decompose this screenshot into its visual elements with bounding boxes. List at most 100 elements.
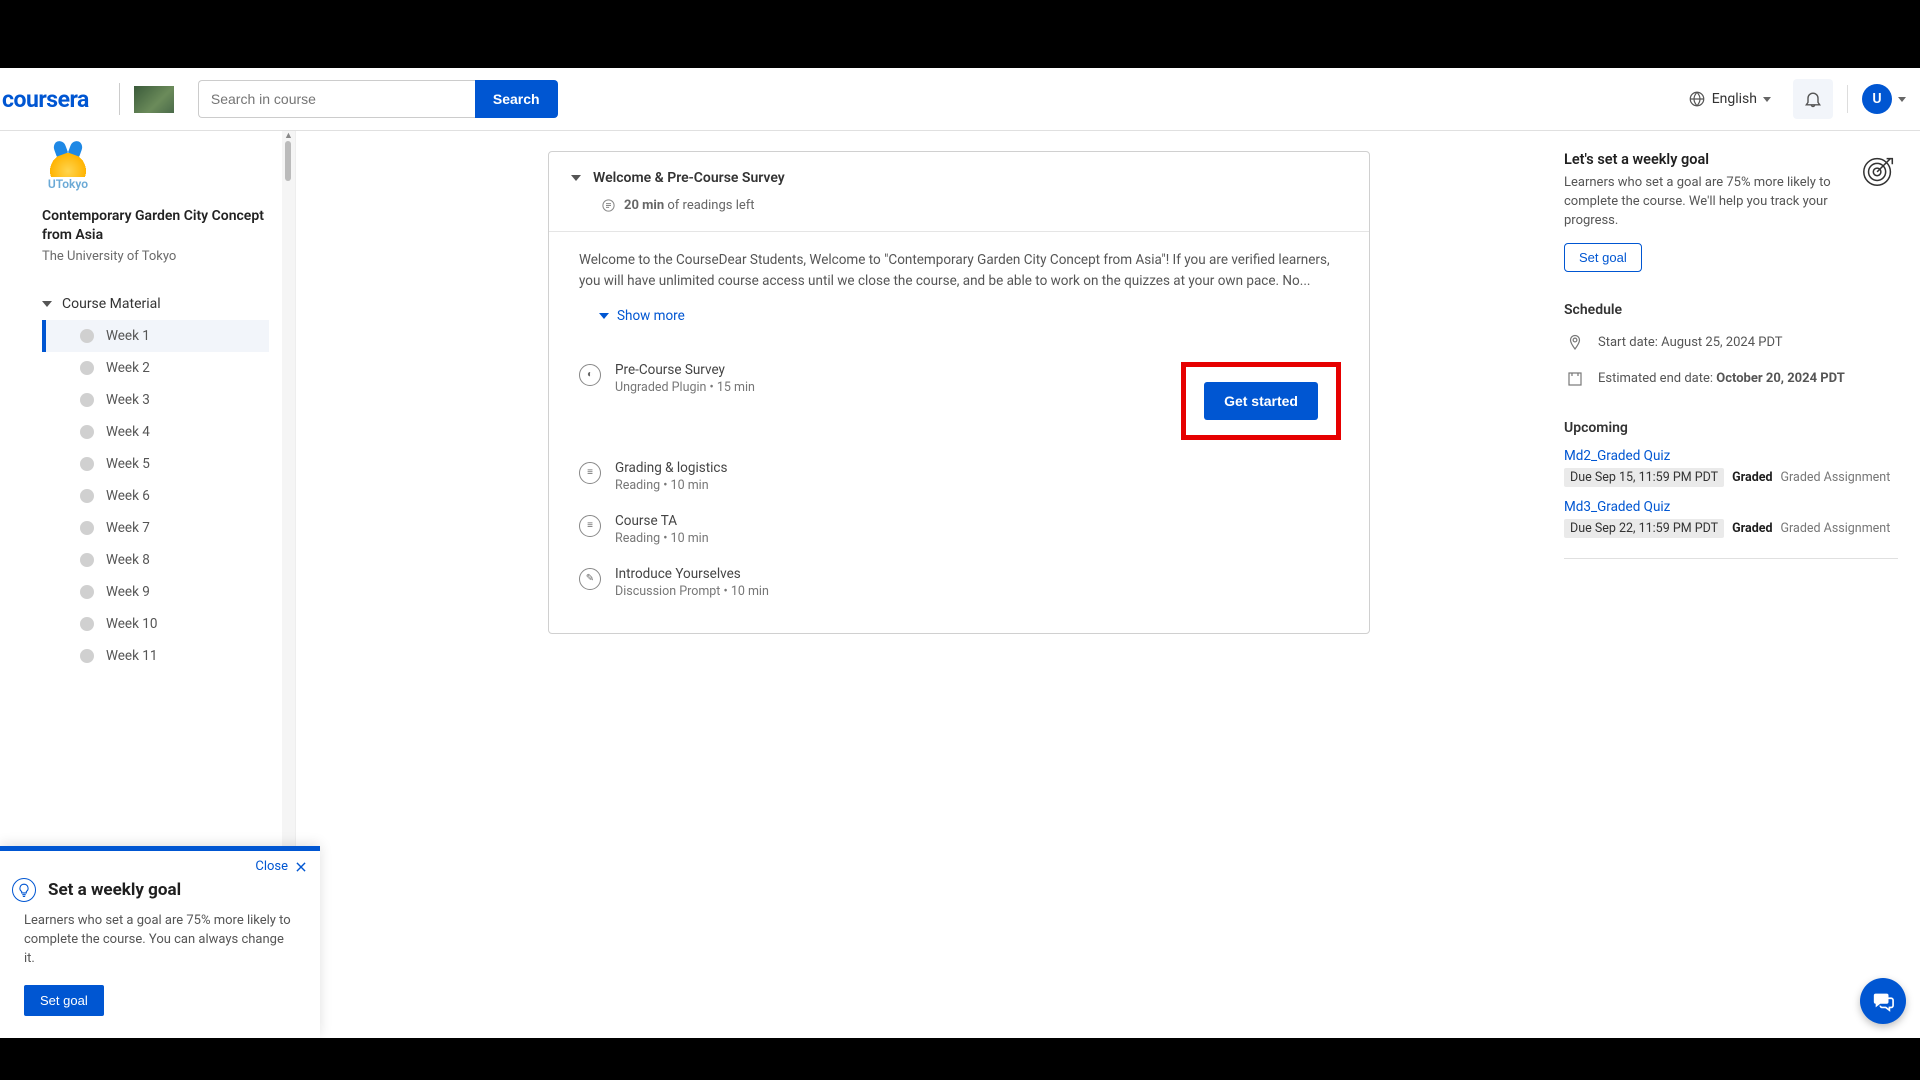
schedule-title: Schedule (1564, 302, 1898, 318)
end-date-value: October 20, 2024 PDT (1716, 371, 1845, 386)
popup-set-goal-button[interactable]: Set goal (24, 985, 104, 1016)
lesson-items: ◐Pre-Course SurveyUngraded Plugin • 15 m… (549, 342, 1369, 633)
lesson-title: Welcome & Pre-Course Survey (593, 170, 785, 186)
progress-dot-icon (80, 521, 94, 535)
chevron-down-icon (1763, 97, 1771, 102)
reading-icon: ≡ (579, 515, 601, 537)
week-label: Week 6 (106, 488, 150, 504)
letterbox-bottom (0, 1038, 1920, 1080)
lesson-item-meta: Reading • 10 min (615, 531, 1341, 546)
header-divider-2 (1847, 85, 1848, 113)
university-logo[interactable]: UTokyo (42, 147, 94, 195)
progress-dot-icon (80, 361, 94, 375)
pin-icon (1564, 332, 1586, 354)
sidebar-item-week[interactable]: Week 1 (42, 320, 269, 352)
popup-description: Learners who set a goal are 75% more lik… (24, 912, 296, 969)
upcoming-list: Md2_Graded QuizDue Sep 15, 11:59 PM PDTG… (1564, 448, 1898, 538)
weekly-goal-title: Let's set a weekly goal (1564, 151, 1850, 168)
chat-fab[interactable] (1860, 978, 1906, 1024)
progress-dot-icon (80, 617, 94, 631)
weekly-goal-popup: Close Set a weekly goal Learners who set… (0, 846, 320, 1038)
lesson-item[interactable]: ✎Introduce YourselvesDiscussion Prompt •… (579, 556, 1341, 609)
sidebar-item-week[interactable]: Week 7 (42, 512, 269, 544)
lesson-item-title: Grading & logistics (615, 460, 1341, 476)
sidebar-item-week[interactable]: Week 6 (42, 480, 269, 512)
get-started-highlight: Get started (1181, 362, 1341, 440)
lesson-item[interactable]: ◐Pre-Course SurveyUngraded Plugin • 15 m… (579, 352, 1341, 450)
progress-dot-icon (80, 393, 94, 407)
week-label: Week 8 (106, 552, 150, 568)
upcoming-quiz-link[interactable]: Md3_Graded Quiz (1564, 499, 1898, 515)
chevron-down-icon (571, 175, 581, 181)
week-label: Week 10 (106, 616, 157, 632)
course-material-toggle[interactable]: Course Material (42, 296, 269, 312)
lesson-time-left: 20 min of readings left (549, 192, 1369, 231)
week-label: Week 3 (106, 392, 150, 408)
scrollbar-thumb[interactable] (285, 141, 291, 181)
progress-dot-icon (80, 329, 94, 343)
header-right: English U (1680, 79, 1920, 119)
set-goal-button[interactable]: Set goal (1564, 243, 1642, 272)
sidebar-item-week[interactable]: Week 2 (42, 352, 269, 384)
week-label: Week 1 (106, 328, 150, 344)
chat-icon (1872, 990, 1894, 1012)
upcoming-item: Md2_Graded QuizDue Sep 15, 11:59 PM PDTG… (1564, 448, 1898, 487)
search-wrap: Search (198, 80, 558, 118)
chevron-down-icon (1898, 97, 1906, 102)
upcoming-quiz-link[interactable]: Md2_Graded Quiz (1564, 448, 1898, 464)
globe-icon (1688, 90, 1706, 108)
graded-label: Graded (1732, 521, 1772, 536)
start-date-row: Start date: August 25, 2024 PDT (1564, 332, 1898, 354)
upcoming-meta: Due Sep 22, 11:59 PM PDTGradedGraded Ass… (1564, 519, 1898, 538)
sidebar-item-week[interactable]: Week 5 (42, 448, 269, 480)
sidebar-item-week[interactable]: Week 10 (42, 608, 269, 640)
weekly-goal-desc: Learners who set a goal are 75% more lik… (1564, 174, 1850, 231)
week-label: Week 9 (106, 584, 150, 600)
lesson-card: Welcome & Pre-Course Survey 20 min of re… (548, 151, 1370, 634)
course-thumbnail[interactable] (134, 86, 174, 113)
close-label: Close (255, 859, 288, 874)
avatar: U (1862, 84, 1892, 114)
plugin-icon: ◐ (579, 364, 601, 386)
search-button[interactable]: Search (475, 80, 558, 118)
user-menu[interactable]: U (1862, 84, 1906, 114)
divider (1564, 558, 1898, 559)
letterbox-top (0, 0, 1920, 68)
start-date-value: August 25, 2024 PDT (1661, 335, 1782, 350)
end-date-label: Estimated end date: (1598, 371, 1716, 386)
search-input[interactable] (198, 80, 475, 118)
week-label: Week 5 (106, 456, 150, 472)
lesson-item[interactable]: ≡Grading & logisticsReading • 10 min (579, 450, 1341, 503)
upcoming-title: Upcoming (1564, 420, 1898, 436)
sidebar-item-week[interactable]: Week 11 (42, 640, 269, 672)
progress-dot-icon (80, 649, 94, 663)
sidebar-item-week[interactable]: Week 4 (42, 416, 269, 448)
lesson-item-meta: Reading • 10 min (615, 478, 1341, 493)
graded-label: Graded (1732, 470, 1772, 485)
progress-dot-icon (80, 585, 94, 599)
sidebar-item-week[interactable]: Week 3 (42, 384, 269, 416)
sidebar-item-week[interactable]: Week 9 (42, 576, 269, 608)
university-name: The University of Tokyo (42, 249, 269, 264)
lesson-item[interactable]: ≡Course TAReading • 10 min (579, 503, 1341, 556)
right-column: Let's set a weekly goal Learners who set… (1564, 131, 1920, 1038)
language-selector[interactable]: English (1680, 84, 1779, 114)
lesson-item-meta: Discussion Prompt • 10 min (615, 584, 1341, 599)
course-material-label: Course Material (62, 296, 161, 312)
close-icon (294, 860, 308, 874)
sidebar-item-week[interactable]: Week 8 (42, 544, 269, 576)
popup-close-button[interactable]: Close (0, 851, 320, 874)
notifications-button[interactable] (1793, 79, 1833, 119)
lightbulb-icon (12, 878, 36, 902)
assignment-type: Graded Assignment (1781, 470, 1891, 485)
upcoming-item: Md3_Graded Quiz Due Sep 22, 11:59 PM PDTG… (1564, 499, 1898, 538)
sidebar-content: UTokyo Contemporary Garden City Concept … (0, 131, 295, 672)
coursera-logo[interactable]: coursera (0, 86, 105, 113)
scroll-up-icon[interactable]: ▲ (282, 130, 295, 141)
week-label: Week 2 (106, 360, 150, 376)
show-more-button[interactable]: Show more (549, 298, 1369, 342)
lesson-header[interactable]: Welcome & Pre-Course Survey (549, 152, 1369, 192)
course-title: Contemporary Garden City Concept from As… (42, 207, 269, 245)
get-started-button[interactable]: Get started (1204, 382, 1318, 420)
main-content: Welcome & Pre-Course Survey 20 min of re… (296, 131, 1564, 1038)
